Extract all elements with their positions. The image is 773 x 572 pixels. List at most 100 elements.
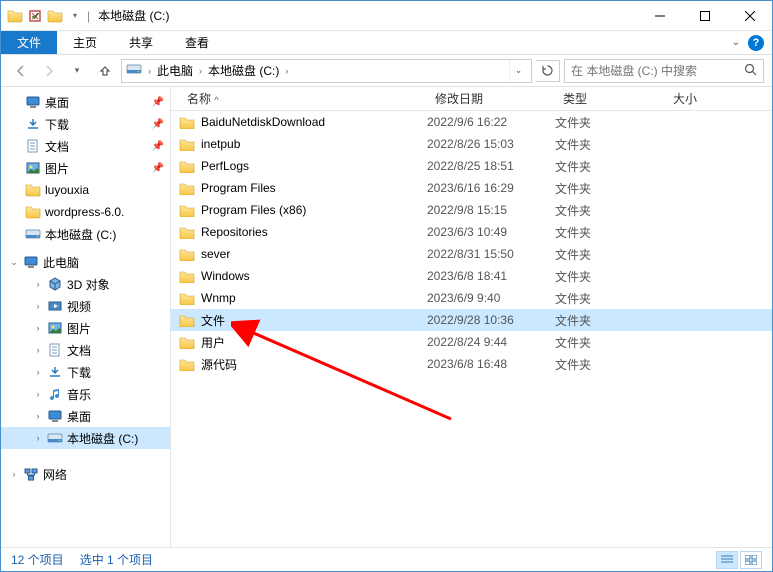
tree-quick-item[interactable]: 文档📌 bbox=[1, 135, 170, 157]
refresh-button[interactable] bbox=[536, 60, 560, 82]
file-row[interactable]: Program Files 2023/6/16 16:29 文件夹 bbox=[171, 177, 772, 199]
file-type: 文件夹 bbox=[555, 356, 665, 373]
file-date: 2022/8/26 15:03 bbox=[427, 137, 555, 151]
column-header-date[interactable]: 修改日期 bbox=[427, 90, 555, 107]
nav-recent-icon[interactable]: ▾ bbox=[65, 59, 89, 83]
nav-up-button[interactable] bbox=[93, 59, 117, 83]
chevron-right-icon[interactable]: › bbox=[33, 301, 43, 311]
chevron-right-icon[interactable]: › bbox=[33, 389, 43, 399]
column-header-name[interactable]: 名称 ^ bbox=[171, 90, 427, 107]
ribbon-expand-icon[interactable]: ⌄ bbox=[732, 37, 740, 48]
file-date: 2022/9/28 10:36 bbox=[427, 313, 555, 327]
picture-icon bbox=[47, 320, 63, 336]
file-type: 文件夹 bbox=[555, 136, 665, 153]
file-date: 2023/6/9 9:40 bbox=[427, 291, 555, 305]
chevron-right-icon[interactable]: › bbox=[33, 367, 43, 377]
navigation-pane[interactable]: 桌面📌 下载📌 文档📌 图片📌 luyouxia wordpress-6.0. … bbox=[1, 87, 171, 547]
help-icon[interactable]: ? bbox=[748, 35, 764, 51]
file-row[interactable]: sever 2022/8/31 15:50 文件夹 bbox=[171, 243, 772, 265]
drive-icon bbox=[126, 61, 142, 80]
chevron-right-icon[interactable]: › bbox=[9, 469, 19, 479]
file-row[interactable]: Windows 2023/6/8 18:41 文件夹 bbox=[171, 265, 772, 287]
tree-quick-item[interactable]: 桌面📌 bbox=[1, 91, 170, 113]
breadcrumb-box[interactable]: › 此电脑 › 本地磁盘 (C:) › ⌄ bbox=[121, 59, 532, 83]
qat-properties-icon[interactable] bbox=[27, 8, 43, 24]
chevron-right-icon[interactable]: › bbox=[33, 411, 43, 421]
file-row[interactable]: Program Files (x86) 2022/9/8 15:15 文件夹 bbox=[171, 199, 772, 221]
column-header-size[interactable]: 大小 bbox=[665, 90, 772, 107]
status-selection: 选中 1 个项目 bbox=[80, 551, 153, 568]
file-row[interactable]: 用户 2022/8/24 9:44 文件夹 bbox=[171, 331, 772, 353]
chevron-right-icon[interactable]: › bbox=[33, 279, 43, 289]
file-row[interactable]: Wnmp 2023/6/9 9:40 文件夹 bbox=[171, 287, 772, 309]
chevron-down-icon[interactable]: ⌄ bbox=[9, 257, 19, 268]
search-input[interactable] bbox=[571, 64, 744, 78]
tree-pc-item[interactable]: › 3D 对象 bbox=[1, 273, 170, 295]
tree-quick-item[interactable]: 本地磁盘 (C:) bbox=[1, 223, 170, 245]
breadcrumb-drive[interactable]: 本地磁盘 (C:) bbox=[208, 62, 279, 79]
ribbon-tabs: 文件 主页 共享 查看 ⌄ ? bbox=[1, 31, 772, 55]
pin-icon: 📌 bbox=[152, 97, 164, 108]
tree-quick-item[interactable]: wordpress-6.0. bbox=[1, 201, 170, 223]
tree-pc-item[interactable]: › 视频 bbox=[1, 295, 170, 317]
tree-pc-item[interactable]: › 下载 bbox=[1, 361, 170, 383]
file-type: 文件夹 bbox=[555, 312, 665, 329]
breadcrumb-root[interactable]: 此电脑 bbox=[157, 62, 193, 79]
tree-this-pc[interactable]: ⌄ 此电脑 bbox=[1, 251, 170, 273]
address-dropdown-icon[interactable]: ⌄ bbox=[509, 60, 527, 82]
chevron-right-icon[interactable]: › bbox=[285, 66, 288, 76]
chevron-right-icon[interactable]: › bbox=[199, 66, 202, 76]
search-box[interactable] bbox=[564, 59, 764, 83]
nav-forward-button[interactable] bbox=[37, 59, 61, 83]
folder-icon bbox=[179, 225, 195, 239]
tab-view[interactable]: 查看 bbox=[169, 31, 225, 54]
tree-pc-item[interactable]: › 音乐 bbox=[1, 383, 170, 405]
file-rows[interactable]: BaiduNetdiskDownload 2022/9/6 16:22 文件夹 … bbox=[171, 111, 772, 547]
view-details-button[interactable] bbox=[716, 551, 738, 569]
folder-icon bbox=[179, 203, 195, 217]
file-row[interactable]: PerfLogs 2022/8/25 18:51 文件夹 bbox=[171, 155, 772, 177]
file-row[interactable]: Repositories 2023/6/3 10:49 文件夹 bbox=[171, 221, 772, 243]
nav-back-button[interactable] bbox=[9, 59, 33, 83]
file-row[interactable]: 文件 2022/9/28 10:36 文件夹 bbox=[171, 309, 772, 331]
chevron-right-icon[interactable]: › bbox=[33, 323, 43, 333]
music-icon bbox=[47, 386, 63, 402]
file-name: 源代码 bbox=[201, 356, 237, 373]
tree-quick-item[interactable]: 下载📌 bbox=[1, 113, 170, 135]
qat-dropdown-icon[interactable]: ▾ bbox=[67, 8, 83, 24]
tree-quick-item[interactable]: 图片📌 bbox=[1, 157, 170, 179]
tree-quick-item[interactable]: luyouxia bbox=[1, 179, 170, 201]
view-icons-button[interactable] bbox=[740, 551, 762, 569]
tree-pc-item[interactable]: › 桌面 bbox=[1, 405, 170, 427]
download-icon bbox=[25, 116, 41, 132]
desktop-icon bbox=[25, 94, 41, 110]
file-name: 文件 bbox=[201, 312, 225, 329]
close-button[interactable] bbox=[727, 1, 772, 31]
tree-network[interactable]: › 网络 bbox=[1, 463, 170, 485]
file-type: 文件夹 bbox=[555, 290, 665, 307]
file-row[interactable]: inetpub 2022/8/26 15:03 文件夹 bbox=[171, 133, 772, 155]
maximize-button[interactable] bbox=[682, 1, 727, 31]
minimize-button[interactable] bbox=[637, 1, 682, 31]
tree-pc-item[interactable]: › 本地磁盘 (C:) bbox=[1, 427, 170, 449]
tree-item-label: 下载 bbox=[45, 116, 69, 133]
file-type: 文件夹 bbox=[555, 246, 665, 263]
tree-item-label: wordpress-6.0. bbox=[45, 205, 124, 219]
chevron-right-icon[interactable]: › bbox=[33, 345, 43, 355]
tab-home[interactable]: 主页 bbox=[57, 31, 113, 54]
chevron-right-icon[interactable]: › bbox=[33, 433, 43, 443]
search-icon[interactable] bbox=[744, 63, 757, 79]
folder-icon bbox=[7, 8, 23, 24]
file-name: inetpub bbox=[201, 137, 240, 151]
file-date: 2023/6/8 16:48 bbox=[427, 357, 555, 371]
tab-file[interactable]: 文件 bbox=[1, 31, 57, 54]
address-bar: ▾ › 此电脑 › 本地磁盘 (C:) › ⌄ bbox=[1, 55, 772, 87]
tree-pc-item[interactable]: › 图片 bbox=[1, 317, 170, 339]
file-row[interactable]: BaiduNetdiskDownload 2022/9/6 16:22 文件夹 bbox=[171, 111, 772, 133]
titlebar: ▾ | 本地磁盘 (C:) bbox=[1, 1, 772, 31]
column-header-type[interactable]: 类型 bbox=[555, 90, 665, 107]
tab-share[interactable]: 共享 bbox=[113, 31, 169, 54]
file-row[interactable]: 源代码 2023/6/8 16:48 文件夹 bbox=[171, 353, 772, 375]
tree-pc-item[interactable]: › 文档 bbox=[1, 339, 170, 361]
chevron-right-icon[interactable]: › bbox=[148, 66, 151, 76]
